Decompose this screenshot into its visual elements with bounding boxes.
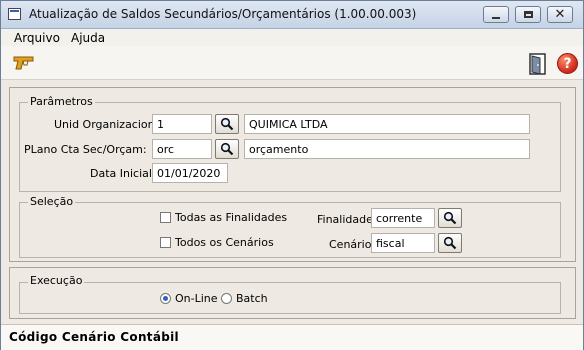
selecao-group: Seleção Todas as Finalidades Todos os Ce… [19,195,561,258]
selecao-title: Seleção [28,195,76,208]
unid-org-search-button[interactable] [215,114,239,134]
batch-label: Batch [236,292,268,305]
todas-finalidades-label: Todas as Finalidades [175,211,288,224]
finalidade-search-button[interactable] [438,208,462,228]
help-icon[interactable]: ? [557,53,578,74]
exit-door-icon[interactable] [528,53,548,78]
cenario-label: Cenário: [329,238,376,251]
online-label: On-Line [175,292,218,305]
unid-org-description: QUIMICA LTDA [244,114,530,134]
status-text: Código Cenário Contábil [9,330,179,344]
title-bar: Atualização de Saldos Secundários/Orçame… [1,1,583,29]
search-icon [443,236,457,250]
minimize-button[interactable] [483,6,509,23]
close-icon: ✕ [554,7,566,22]
pistol-icon[interactable] [13,55,37,74]
search-icon [220,117,234,131]
toolbar: ? [1,46,583,80]
batch-radio[interactable] [221,293,232,304]
unid-org-input[interactable] [152,114,212,134]
search-icon [220,142,234,156]
data-inicial-input[interactable] [152,163,228,183]
maximize-button[interactable] [515,6,541,23]
window-title: Atualização de Saldos Secundários/Orçame… [29,7,417,21]
plano-label: PLano Cta Sec/Orçam: [24,143,147,156]
execucao-group: Execução On-Line Batch [19,274,561,314]
cenario-input[interactable] [371,233,435,253]
app-window: Atualização de Saldos Secundários/Orçame… [0,0,584,350]
todos-cenarios-label: Todos os Cenários [175,236,274,249]
minimize-icon [492,16,500,19]
todas-finalidades-checkbox[interactable] [160,212,171,223]
main-panel: Parâmetros Unid Organizacional: QUIMICA … [9,87,576,262]
execucao-title: Execução [28,274,85,287]
menu-ajuda[interactable]: Ajuda [71,31,105,45]
todos-cenarios-checkbox[interactable] [160,237,171,248]
finalidade-input[interactable] [371,208,435,228]
finalidade-label: Finalidade: [317,213,377,226]
menu-bar: Arquivo Ajuda [1,29,583,46]
menu-arquivo[interactable]: Arquivo [14,31,60,45]
plano-search-button[interactable] [215,139,239,159]
status-bar: Código Cenário Contábil [1,324,583,350]
execucao-panel: Execução On-Line Batch [9,267,576,319]
maximize-icon [523,11,533,18]
plano-description: orçamento [244,139,530,159]
parametros-title: Parâmetros [28,95,95,108]
search-icon [443,211,457,225]
data-inicial-label: Data Inicial: [90,167,156,180]
online-radio[interactable] [160,293,171,304]
unid-org-label: Unid Organizacional: [54,118,169,131]
cenario-search-button[interactable] [438,233,462,253]
app-window-icon [8,8,21,20]
close-button[interactable]: ✕ [547,6,573,23]
parametros-group: Parâmetros Unid Organizacional: QUIMICA … [19,95,561,192]
plano-input[interactable] [152,139,212,159]
